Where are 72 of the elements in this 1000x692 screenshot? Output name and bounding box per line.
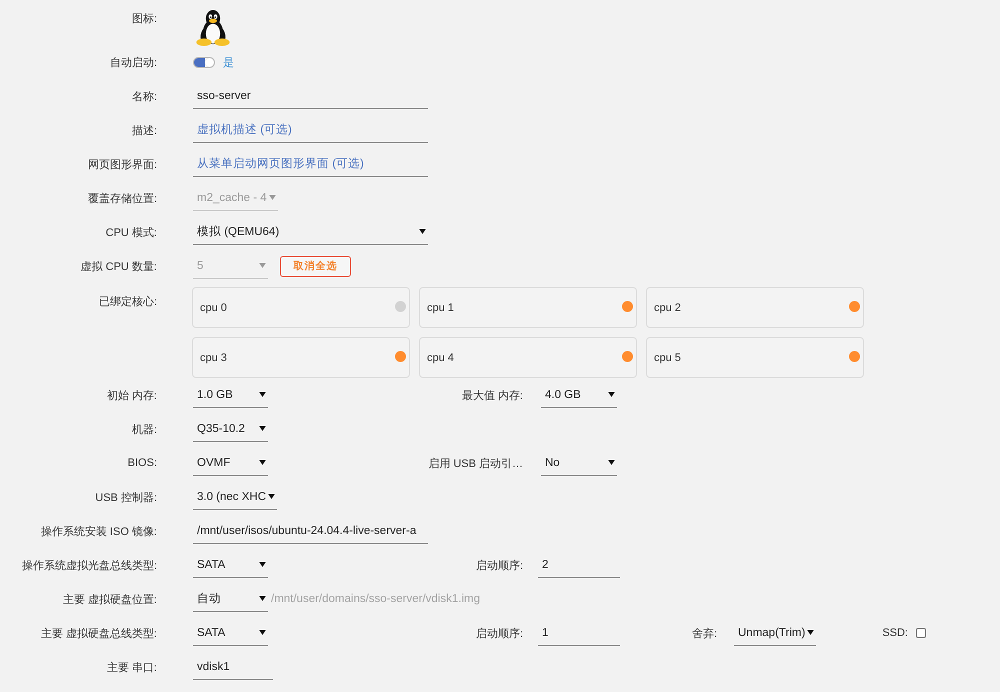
cpu-core-card[interactable]: cpu 4 [419,337,637,378]
dropdown-select[interactable]: 3.0 (nec XHC [193,484,278,510]
field-label: 主要 虚拟硬盘位置: [62,592,157,606]
field-label: 自动启动: [110,56,157,70]
field-label: 启用 USB 启动引… [428,456,523,470]
cpu-core-label: cpu 3 [200,352,227,364]
caret-icon [259,263,266,268]
dropdown-select[interactable]: 自动 [193,586,268,612]
dropdown-select[interactable]: OVMF [193,450,268,476]
text-field[interactable]: vdisk1 [193,654,273,680]
field-label: 启动顺序: [476,558,523,572]
penguin-icon [195,9,231,47]
cpu-core-label: cpu 4 [427,352,454,364]
field-label: 图标: [132,12,157,26]
field-label: 机器: [132,422,157,436]
caret-icon [807,630,814,635]
dropdown-select[interactable]: Unmap(Trim) [734,620,816,646]
text-field[interactable]: sso-server [193,83,428,109]
field-label: 主要 虚拟硬盘总线类型: [40,626,157,640]
dropdown-select[interactable]: SATA [193,620,268,646]
caret-icon [259,392,266,397]
dropdown-select[interactable]: Q35-10.2 [193,416,268,442]
field-label: 最大值 内存: [462,388,523,402]
field-label: 初始 内存: [106,388,157,402]
field-label: 已绑定核心: [98,294,157,309]
caret-icon [259,426,266,431]
toggle-label: 是 [223,56,234,70]
caret-icon [259,596,266,601]
cpu-core-card[interactable]: cpu 0 [192,287,410,328]
field-label: BIOS: [128,457,157,469]
caret-icon [268,195,276,200]
field-label: 操作系统虚拟光盘总线类型: [22,558,157,572]
caret-icon [259,562,266,567]
text-field[interactable]: 从菜单启动网页图形界面 (可选) [193,151,428,177]
caret-icon [259,630,266,635]
field-label: 操作系统安装 ISO 镜像: [40,524,157,538]
dropdown-select[interactable]: 1.0 GB [193,382,268,408]
field-label: 舍弃: [692,626,717,640]
dropdown-select[interactable]: No [541,450,617,476]
cpu-core-card[interactable]: cpu 2 [646,287,864,328]
text-field[interactable]: 虚拟机描述 (可选) [193,117,428,143]
cpu-core-card[interactable]: cpu 5 [646,337,864,378]
field-label: SSD: [882,627,908,639]
cpu-core-label: cpu 2 [654,302,681,314]
disk-path-text: /mnt/user/domains/sso-server/vdisk1.img [271,593,480,605]
checkbox[interactable] [916,628,926,638]
caret-icon [419,229,426,234]
caret-icon [268,494,276,499]
dropdown-select[interactable]: 模拟 (QEMU64) [193,219,428,245]
caret-icon [608,460,615,465]
cpu-core-label: cpu 1 [427,302,454,314]
caret-icon [259,460,266,465]
cpu-core-label: cpu 0 [200,302,227,314]
field-label: CPU 模式: [106,226,157,240]
caret-icon [608,392,615,397]
cpu-core-label: cpu 5 [654,352,681,364]
field-label: 虚拟 CPU 数量: [80,260,157,274]
text-field[interactable]: 1 [538,620,620,646]
field-label: 主要 串口: [106,660,157,674]
field-label: USB 控制器: [95,490,157,504]
field-label: 网页图形界面: [88,158,157,172]
text-field[interactable]: /mnt/user/isos/ubuntu-24.04.4-live-server-a [193,518,428,544]
cpu-core-card[interactable]: cpu 3 [192,337,410,378]
field-label: 覆盖存储位置: [88,192,157,206]
field-label: 名称: [132,90,157,104]
field-label: 启动顺序: [476,626,523,640]
field-label: 描述: [132,124,157,138]
dropdown-select[interactable]: 4.0 GB [541,382,617,408]
dropdown-select[interactable]: SATA [193,552,268,578]
text-field[interactable]: 2 [538,552,620,578]
cpu-core-card[interactable]: cpu 1 [419,287,637,328]
toggle-switch[interactable] [193,56,215,68]
